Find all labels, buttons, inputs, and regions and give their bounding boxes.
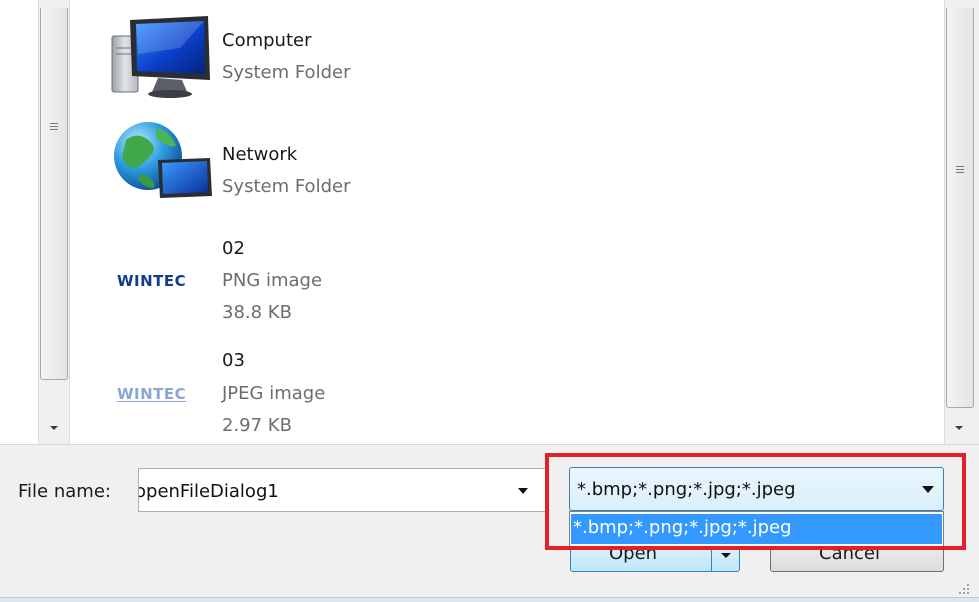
list-item-type: System Folder [222,176,351,197]
file-list-scroll-thumb[interactable] [946,8,974,408]
list-item-type: System Folder [222,62,351,83]
list-item-name: Computer [222,30,312,51]
file-name-value: openFileDialog1 [138,481,279,502]
list-item-type: JPEG image [222,383,326,404]
list-item-name: 02 [222,238,245,259]
scroll-grip-icon [956,166,964,173]
chevron-down-icon[interactable] [518,488,528,494]
resize-grip-icon[interactable] [957,582,971,596]
network-globe-icon [114,122,212,198]
list-item-size: 38.8 KB [222,302,292,323]
list-item-type: PNG image [222,270,323,291]
scroll-grip-icon [50,123,58,130]
navigation-pane-scroll-thumb[interactable] [40,8,68,380]
window-bottom-edge [0,597,979,602]
wintec-logo-thumbnail: WINTEC [117,272,187,290]
list-item-name: 03 [222,350,245,371]
wintec-logo-thumbnail: WINTEC [117,385,187,403]
file-name-input[interactable]: openFileDialog1 [138,468,546,512]
computer-icon [111,16,210,98]
chevron-down-icon[interactable] [721,553,731,558]
file-name-label: File name: [18,481,111,502]
list-item-name: Network [222,144,298,165]
scroll-down-arrow-icon[interactable] [955,426,963,430]
list-item-size: 2.97 KB [222,415,292,436]
scroll-down-arrow-icon[interactable] [50,426,58,430]
annotation-highlight-box [545,453,966,550]
